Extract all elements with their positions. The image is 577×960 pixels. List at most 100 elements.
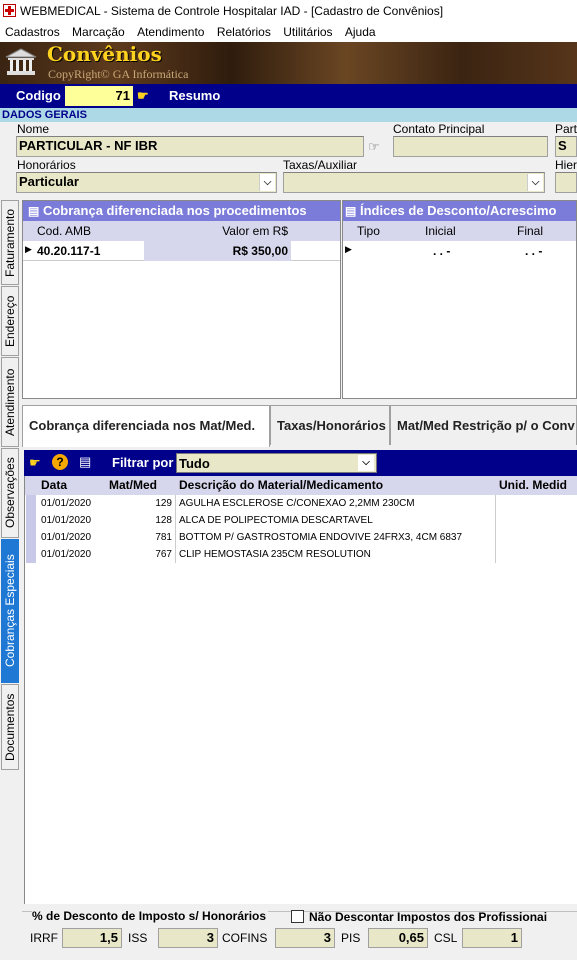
col-data: Data [41,478,68,492]
menu-ajuda[interactable]: Ajuda [345,25,376,39]
part-input[interactable]: S [555,136,577,157]
lookup-hand-icon[interactable]: ☞ [368,139,380,155]
descricao-cell: AGULHA ESCLEROSE C/CONEXAO 2,2MM 230CM [179,498,415,509]
pis-label: PIS [341,931,361,945]
iss-input[interactable]: 3 [158,928,218,948]
indices-panel: ▤ Índices de Desconto/Acrescimo Tipo Ini… [342,200,577,399]
procedimentos-grid-header: Cod. AMB Valor em R$ [23,221,340,241]
table-row[interactable]: 01/01/2020 781 BOTTOM P/ GASTROSTOMIA EN… [25,529,577,546]
menu-relatorios[interactable]: Relatórios [217,25,271,39]
taxas-select[interactable]: ⌵ [283,172,545,193]
menu-marcacao[interactable]: Marcação [72,25,125,39]
col-unid-medida: Unid. Medid [499,478,567,492]
taxas-label: Taxas/Auxiliar [283,158,358,172]
procedimentos-title: Cobrança diferenciada nos procedimentos [42,203,307,218]
table-row[interactable]: ▶ . . - . . - [343,241,576,261]
descricao-cell: BOTTOM P/ GASTROSTOMIA ENDOVIVE 24FRX3, … [179,532,463,543]
col-inicial: Inicial [425,224,456,238]
col-matmed: Mat/Med [109,478,157,492]
honorarios-select[interactable]: Particular ⌵ [16,172,277,193]
chevron-down-icon[interactable]: ⌵ [358,455,374,471]
codigo-bar: Codigo 71 ☛ Resumo [0,84,577,108]
impostos-title: % de Desconto de Imposto s/ Honorários [32,909,269,923]
impostos-group: % de Desconto de Imposto s/ Honorários N… [22,906,577,959]
data-cell: 01/01/2020 [41,549,92,560]
pointing-hand-icon[interactable]: ☛ [29,455,41,471]
chevron-down-icon[interactable]: ⌵ [527,174,543,191]
chevron-down-icon[interactable]: ⌵ [259,174,275,191]
tab-taxas-honorarios[interactable]: Taxas/Honorários [270,405,390,445]
banner-title: Convênios [47,42,162,66]
contato-input[interactable] [393,136,548,157]
nome-label: Nome [17,122,50,136]
indices-grid-header: Tipo Inicial Final [343,221,576,241]
table-row[interactable]: 01/01/2020 767 CLIP HEMOSTASIA 235CM RES… [25,546,577,563]
tab-atendimento[interactable]: Atendimento [1,357,19,447]
dados-gerais-header: DADOS GERAIS [0,108,577,122]
menu-cadastros[interactable]: Cadastros [5,25,60,39]
tab-documentos[interactable]: Documentos [1,684,19,770]
banner-subtitle: CopyRight© GA Informática [48,67,189,81]
inicial-cell: . . - [433,244,451,258]
cod-amb-cell: 40.20.117-1 [37,244,101,258]
resumo-link[interactable]: Resumo [169,88,220,103]
codigo-input[interactable]: 71 [65,86,133,106]
hier-label: Hier [555,158,577,172]
form-icon[interactable]: ▤ [79,454,91,470]
table-row[interactable]: 01/01/2020 128 ALCA DE POLIPECTOMIA DESC… [25,512,577,529]
matmed-grid: Data Mat/Med Descrição do Material/Medic… [24,476,577,904]
window-title-bar: WEBMEDICAL - Sistema de Controle Hospita… [0,0,577,22]
csl-input[interactable]: 1 [462,928,522,948]
app-icon [3,4,16,17]
honorarios-label: Honorários [17,158,76,172]
pis-input[interactable]: 0,65 [368,928,428,948]
matmed-cell: 128 [155,515,172,526]
row-indicator-icon: ▶ [345,244,352,254]
valor-cell: R$ 350,00 [144,241,291,261]
descricao-cell: ALCA DE POLIPECTOMIA DESCARTAVEL [179,515,373,526]
table-row[interactable]: ▶ 40.20.117-1 R$ 350,00 [23,241,340,261]
nao-descontar-label: Não Descontar Impostos dos Profissionai [309,910,548,924]
tab-cobranca-matmed[interactable]: Cobrança diferenciada nos Mat/Med. [22,405,270,447]
window-title: WEBMEDICAL - Sistema de Controle Hospita… [20,4,444,18]
matmed-cell: 781 [155,532,172,543]
tab-faturamento[interactable]: Faturamento [1,200,19,285]
nao-descontar-checkbox[interactable] [291,910,304,923]
filter-value: Tudo [179,456,210,471]
hier-input[interactable] [555,172,577,193]
contato-label: Contato Principal [393,122,485,136]
building-icon [5,48,37,75]
col-cod-amb: Cod. AMB [37,224,92,238]
tab-matmed-restricao[interactable]: Mat/Med Restrição p/ o Conv [390,405,577,445]
impostos-row: IRRF 1,5 ISS 3 COFINS 3 PIS 0,65 CSL 1 [22,928,577,950]
pointing-hand-icon[interactable]: ☛ [137,88,149,104]
irrf-input[interactable]: 1,5 [62,928,122,948]
filter-label: Filtrar por [112,455,174,470]
row-indicator-icon: ▶ [25,244,32,254]
iss-label: ISS [128,931,148,945]
csl-label: CSL [434,931,458,945]
menu-atendimento[interactable]: Atendimento [137,25,204,39]
tab-endereco[interactable]: Endereço [1,286,19,356]
help-icon[interactable]: ? [52,454,68,470]
nome-input[interactable]: PARTICULAR - NF IBR [16,136,364,157]
cofins-input[interactable]: 3 [275,928,335,948]
indices-header: ▤ Índices de Desconto/Acrescimo [343,201,576,221]
col-valor: Valor em R$ [222,224,288,238]
matmed-cell: 767 [155,549,172,560]
tab-cobrancas-especiais[interactable]: Cobranças Especiais [1,539,19,683]
data-cell: 01/01/2020 [41,498,92,509]
final-cell: . . - [525,244,543,258]
menu-bar: Cadastros Marcação Atendimento Relatório… [0,22,577,42]
data-cell: 01/01/2020 [41,532,92,543]
matmed-grid-header: Data Mat/Med Descrição do Material/Medic… [25,476,577,495]
matmed-cell: 129 [155,498,172,509]
form-icon: ▤ [345,204,357,218]
menu-utilitarios[interactable]: Utilitários [283,25,332,39]
tab-observacoes[interactable]: Observações [1,448,19,538]
col-descricao: Descrição do Material/Medicamento [179,478,384,492]
honorarios-value: Particular [19,174,79,189]
form-icon: ▤ [28,204,40,218]
table-row[interactable]: 01/01/2020 129 AGULHA ESCLEROSE C/CONEXA… [25,495,577,512]
filter-select[interactable]: Tudo ⌵ [176,453,377,473]
